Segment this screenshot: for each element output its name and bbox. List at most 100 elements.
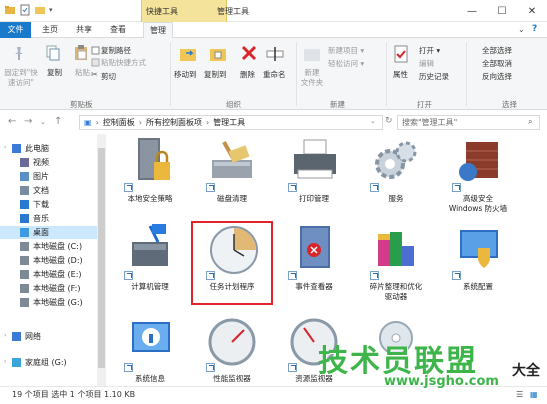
nav-scrollbar[interactable]	[97, 134, 106, 386]
paste-button[interactable]: 粘贴	[75, 68, 90, 78]
properties-icon[interactable]	[19, 4, 31, 16]
expand-chevron-icon[interactable]: ›	[4, 358, 6, 365]
select-all-button[interactable]: 全部选择	[482, 46, 512, 56]
nav-item-icon	[20, 214, 29, 223]
tile-local-security-policy[interactable]: 本地安全策略	[110, 134, 190, 216]
copy-path-button[interactable]: 复制路径	[101, 46, 131, 56]
properties-icon[interactable]	[392, 44, 410, 64]
tile-defrag[interactable]: 碎片整理和优化 驱动器	[356, 222, 436, 304]
nav-item[interactable]: 桌面	[0, 226, 97, 239]
large-icons-view-icon[interactable]: ▦	[530, 390, 538, 399]
paste-shortcut-button[interactable]: 粘贴快捷方式	[101, 58, 146, 68]
maximize-button[interactable]: ☐	[488, 0, 516, 22]
rename-button[interactable]: 重命名	[263, 70, 286, 80]
delete-icon[interactable]	[240, 44, 258, 62]
pin-quick-access-button[interactable]: 固定到"快速访问"	[3, 68, 39, 88]
nav-item-label: 图片	[33, 172, 49, 181]
nav-item[interactable]: 音乐	[20, 212, 49, 225]
qat-dropdown-icon[interactable]: ▾	[49, 6, 53, 14]
tile-performance-monitor[interactable]: 性能监视器	[192, 314, 272, 386]
new-folder-icon[interactable]	[34, 4, 46, 16]
tile-print-management[interactable]: 打印管理	[274, 134, 354, 216]
tile-computer-management[interactable]: 计算机管理	[110, 222, 190, 304]
nav-item-label: 本地磁盘 (G:)	[33, 298, 83, 307]
paste-icon[interactable]	[72, 44, 90, 62]
new-folder-button[interactable]: 新建 文件夹	[299, 68, 325, 88]
nav-item[interactable]: 本地磁盘 (C:)	[20, 240, 82, 253]
tab-manage[interactable]: 管理	[143, 22, 173, 39]
tile-system-configuration[interactable]: 系统配置	[438, 222, 518, 304]
address-dropdown-icon[interactable]: ⌄	[370, 117, 376, 125]
nav-item[interactable]: 本地磁盘 (F:)	[20, 282, 80, 295]
shortcut-arrow-icon	[370, 271, 379, 280]
copy-button[interactable]: 复制	[47, 68, 62, 78]
back-arrow-icon[interactable]: ←	[8, 116, 16, 127]
nav-item-label: 视频	[33, 158, 49, 167]
help-icon[interactable]: ?	[532, 24, 537, 34]
organize-group-label: 组织	[226, 100, 241, 109]
nav-item-icon	[20, 256, 29, 265]
breadcrumb-admin-tools[interactable]: 管理工具	[213, 117, 245, 128]
tab-file[interactable]: 文件	[0, 22, 31, 38]
move-to-button[interactable]: 移动到	[174, 70, 197, 80]
move-to-icon[interactable]	[178, 44, 198, 64]
properties-button[interactable]: 属性	[393, 70, 408, 80]
nav-item[interactable]: 下载	[20, 198, 49, 211]
folder-icon[interactable]	[4, 4, 16, 16]
search-icon[interactable]: ⌕	[528, 117, 532, 127]
delete-button[interactable]: 删除	[240, 70, 255, 80]
nav-item[interactable]: 本地磁盘 (D:)	[20, 254, 83, 267]
minimize-button[interactable]: —	[458, 0, 486, 22]
tile-windows-firewall[interactable]: 高级安全 Windows 防火墙	[438, 134, 518, 216]
select-none-button[interactable]: 全部取消	[482, 59, 512, 69]
rename-icon[interactable]	[265, 44, 285, 64]
easy-access-button[interactable]: 轻松访问 ▾	[328, 59, 364, 69]
open-button[interactable]: 打开 ▾	[419, 46, 440, 56]
tab-home[interactable]: 主页	[36, 22, 64, 38]
shortcut-arrow-icon	[288, 183, 297, 192]
copy-icon[interactable]	[44, 44, 62, 62]
search-input[interactable]: 搜索"管理工具"	[397, 115, 540, 130]
pin-icon[interactable]	[10, 44, 28, 62]
history-button[interactable]: 历史记录	[419, 72, 449, 82]
new-item-button[interactable]: 新建项目 ▾	[328, 46, 364, 56]
nav-item[interactable]: 此电脑	[12, 142, 49, 155]
details-view-icon[interactable]: ☰	[516, 390, 523, 399]
close-button[interactable]: ✕	[518, 0, 546, 22]
up-arrow-icon[interactable]: ↑	[54, 116, 62, 127]
nav-item[interactable]: 家庭组 (G:)	[12, 356, 67, 369]
tile-system-information[interactable]: 系统信息	[110, 314, 190, 386]
new-folder-icon[interactable]	[302, 44, 322, 64]
tile-disk-cleanup[interactable]: 磁盘清理	[192, 134, 272, 216]
cut-button[interactable]: 剪切	[101, 72, 116, 82]
nav-item-label: 下载	[33, 200, 49, 209]
invert-selection-button[interactable]: 反向选择	[482, 72, 512, 82]
nav-item[interactable]: 文档	[20, 184, 49, 197]
nav-item-label: 桌面	[33, 228, 49, 237]
recent-dropdown-icon[interactable]: ⌄	[40, 118, 46, 126]
nav-item[interactable]: 图片	[20, 170, 49, 183]
address-bar[interactable]: ▣ › 控制面板 › 所有控制面板项 › 管理工具	[79, 115, 383, 130]
control-panel-icon: ▣	[84, 118, 92, 127]
tile-services[interactable]: 服务	[356, 134, 436, 216]
copy-to-icon[interactable]	[208, 44, 228, 64]
refresh-icon[interactable]: ↻	[385, 116, 393, 126]
expand-chevron-icon[interactable]: ›	[4, 144, 6, 151]
nav-item[interactable]: 本地磁盘 (E:)	[20, 268, 82, 281]
tile-event-viewer[interactable]: 事件查看器	[274, 222, 354, 304]
breadcrumb-all-items[interactable]: 所有控制面板项	[146, 117, 202, 128]
expand-chevron-icon[interactable]: ›	[4, 332, 6, 339]
nav-item[interactable]: 视频	[20, 156, 49, 169]
tab-view[interactable]: 查看	[104, 22, 132, 38]
shortcut-arrow-icon	[288, 363, 297, 372]
nav-item[interactable]: 网络	[12, 330, 41, 343]
tab-share[interactable]: 共享	[70, 22, 98, 38]
edit-button[interactable]: 编辑	[419, 59, 434, 69]
breadcrumb-control-panel[interactable]: 控制面板	[103, 117, 135, 128]
nav-scrollbar-thumb[interactable]	[98, 148, 105, 368]
tile-task-scheduler[interactable]: 任务计划程序	[191, 221, 273, 305]
ribbon-expand-icon[interactable]: ⌄	[518, 25, 525, 34]
nav-item[interactable]: 本地磁盘 (G:)	[20, 296, 83, 309]
forward-arrow-icon[interactable]: →	[24, 116, 32, 127]
copy-to-button[interactable]: 复制到	[204, 70, 227, 80]
